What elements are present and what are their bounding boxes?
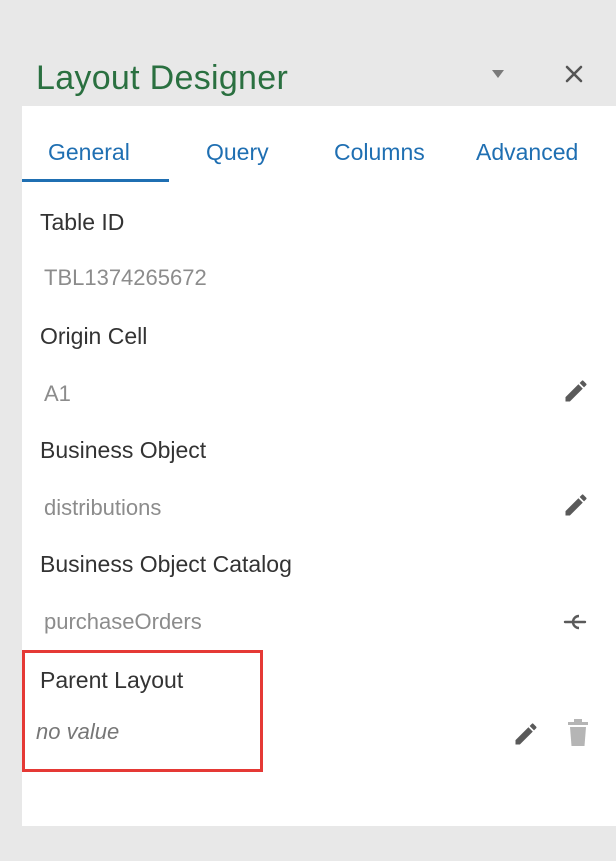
chevron-down-icon	[492, 70, 504, 78]
unlink-icon	[563, 614, 587, 630]
trash-icon	[568, 719, 588, 746]
table-id-value: TBL1374265672	[44, 265, 207, 290]
business-object-catalog-value: purchaseOrders	[44, 609, 202, 634]
parent-layout-label: Parent Layout	[40, 667, 184, 693]
origin-cell-label: Origin Cell	[40, 323, 148, 349]
tab-query[interactable]: Query	[206, 136, 269, 168]
layout-designer-panel: General Query Columns Advanced Table ID …	[22, 106, 616, 826]
edit-business-object-button[interactable]	[558, 487, 594, 523]
tab-advanced[interactable]: Advanced	[476, 136, 578, 168]
business-object-value: distributions	[44, 495, 162, 520]
table-id-label: Table ID	[40, 209, 125, 235]
business-object-catalog-label: Business Object Catalog	[40, 551, 292, 577]
panel-header: Layout Designer	[0, 0, 616, 106]
parent-layout-value: no value	[36, 719, 120, 744]
edit-parent-layout-button[interactable]	[508, 716, 544, 752]
edit-origin-cell-button[interactable]	[558, 373, 594, 409]
unlink-catalog-button[interactable]	[556, 604, 592, 640]
pencil-icon	[515, 723, 537, 745]
origin-cell-value: A1	[44, 381, 71, 406]
tab-general[interactable]: General	[48, 136, 130, 168]
close-icon	[565, 65, 583, 83]
panel-menu-button[interactable]	[478, 54, 518, 94]
panel-title: Layout Designer	[36, 59, 289, 97]
pencil-icon	[565, 380, 587, 402]
business-object-label: Business Object	[40, 437, 207, 463]
active-tab-indicator	[22, 179, 169, 182]
pencil-icon	[565, 494, 587, 516]
tab-columns[interactable]: Columns	[334, 136, 425, 168]
close-button[interactable]	[554, 54, 594, 94]
delete-parent-layout-button[interactable]	[560, 715, 596, 751]
